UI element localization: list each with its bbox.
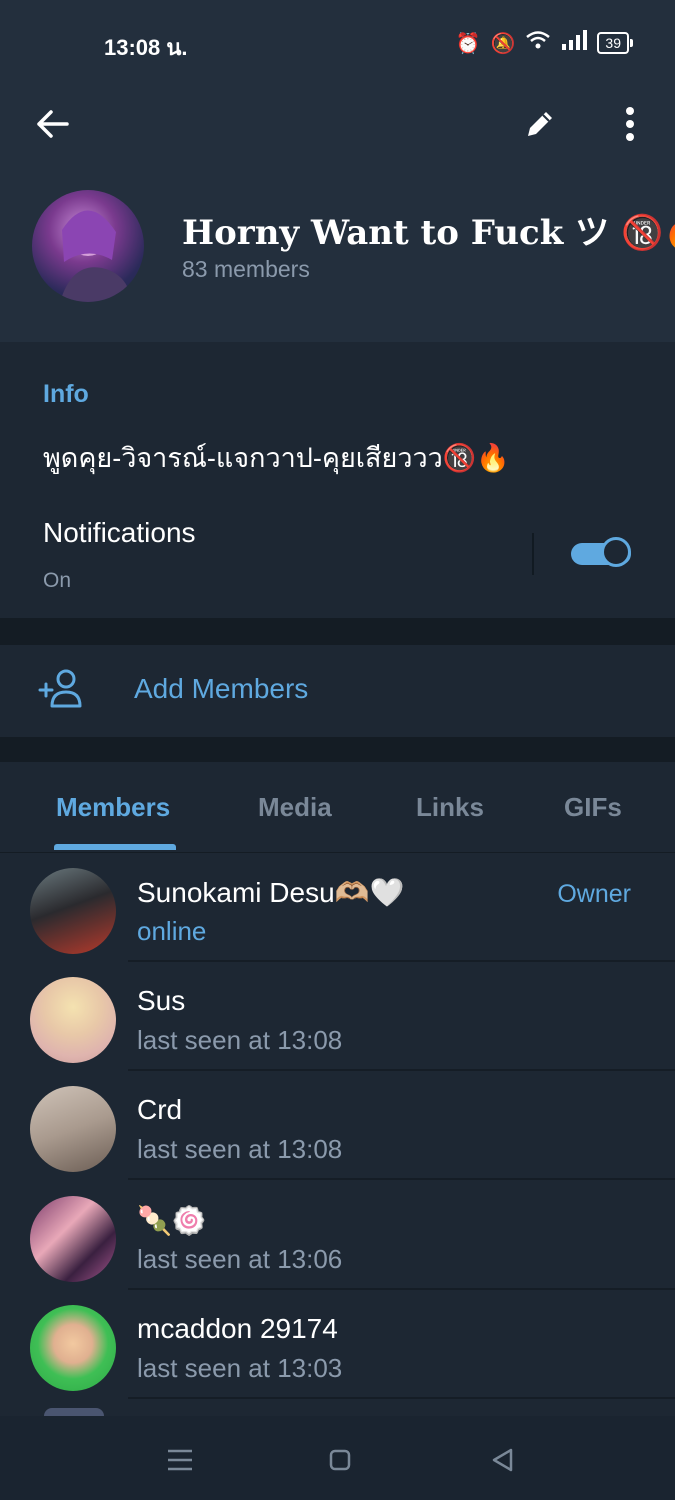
info-heading: Info — [43, 380, 89, 408]
row-divider — [128, 1397, 675, 1399]
toggle-knob — [601, 537, 631, 567]
avatar[interactable] — [30, 868, 116, 954]
back-nav-button[interactable] — [482, 1440, 522, 1480]
tab-media[interactable]: Media — [258, 792, 332, 823]
home-button[interactable] — [320, 1440, 360, 1480]
group-avatar[interactable] — [32, 190, 144, 302]
section-gap — [0, 737, 675, 762]
back-button[interactable] — [22, 94, 82, 154]
member-status: last seen at 13:08 — [137, 1025, 343, 1055]
menu-icon — [168, 1449, 192, 1471]
wifi-icon — [525, 30, 551, 56]
avatar[interactable] — [30, 977, 116, 1063]
group-title: Horny Want to Fuck ツ 🔞🔥 — [182, 213, 675, 253]
member-row[interactable]: Crd last seen at 13:08 — [0, 1070, 675, 1180]
member-status: last seen at 13:06 — [137, 1244, 343, 1274]
add-user-icon — [38, 668, 86, 715]
tab-links[interactable]: Links — [416, 792, 484, 823]
tab-gifs[interactable]: GIFs — [564, 792, 622, 823]
arrow-left-icon — [37, 110, 69, 138]
notifications-label[interactable]: Notifications — [43, 517, 196, 549]
section-gap — [0, 618, 675, 645]
member-role-badge: Owner — [557, 880, 631, 908]
member-name: Crd — [137, 1094, 183, 1125]
member-row[interactable]: Sunokami Desu🫶🏼🤍 online Owner — [0, 852, 675, 962]
member-row[interactable]: mcaddon 29174 last seen at 13:03 — [0, 1289, 675, 1399]
member-name: mcaddon 29174 — [137, 1313, 338, 1344]
tab-members[interactable]: Members — [56, 792, 170, 823]
vertical-divider — [532, 533, 534, 575]
group-description: พูดคุย-วิจารณ์-แจกวาป-คุยเสียววว🔞🔥 — [43, 443, 511, 473]
member-status: online — [137, 916, 207, 946]
member-name: Sus — [137, 985, 186, 1016]
battery-icon: 39 — [597, 32, 633, 54]
edit-button[interactable] — [510, 94, 570, 154]
triangle-back-icon — [492, 1448, 513, 1472]
alarm-icon: ⏰ — [455, 32, 481, 55]
notifications-toggle[interactable] — [571, 537, 635, 571]
more-vertical-icon — [626, 107, 634, 141]
avatar[interactable] — [30, 1086, 116, 1172]
member-status: last seen at 13:08 — [137, 1134, 343, 1164]
member-name: 🍡🍥 — [137, 1205, 207, 1236]
more-options-button[interactable] — [600, 94, 660, 154]
notifications-status: On — [43, 569, 72, 592]
member-row[interactable]: 🍡🍥 last seen at 13:06 — [0, 1180, 675, 1290]
member-name: Sunokami Desu🫶🏼🤍 — [137, 877, 405, 908]
active-tab-indicator — [54, 844, 176, 850]
pencil-icon — [528, 112, 552, 136]
add-members-label[interactable]: Add Members — [134, 673, 308, 705]
status-time: 13:08 น. — [104, 35, 188, 60]
member-status: last seen at 13:03 — [137, 1353, 343, 1383]
info-section — [0, 342, 675, 618]
avatar[interactable] — [30, 1305, 116, 1391]
member-row[interactable]: Sus last seen at 13:08 — [0, 961, 675, 1071]
signal-icon — [561, 30, 588, 56]
add-members-row[interactable] — [0, 645, 675, 737]
status-icons: ⏰ 🔕 39 — [455, 30, 633, 56]
mute-icon: 🔕 — [490, 32, 516, 55]
avatar[interactable] — [30, 1196, 116, 1282]
avatar-partial — [44, 1408, 104, 1416]
member-count: 83 members — [182, 256, 310, 282]
recent-apps-button[interactable] — [160, 1440, 200, 1480]
square-icon — [329, 1449, 351, 1471]
